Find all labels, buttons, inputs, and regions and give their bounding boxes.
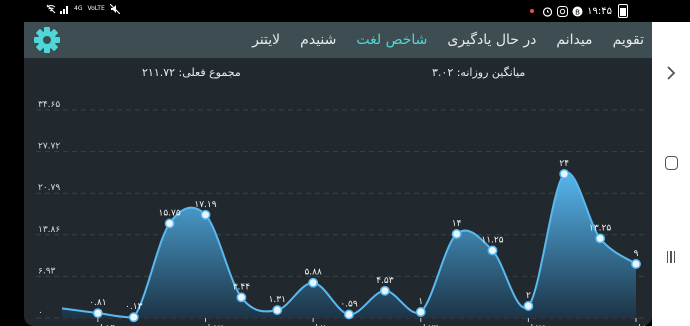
volte-label: VoLTE	[87, 5, 105, 12]
chevron-right-icon[interactable]	[660, 62, 682, 84]
data-label: ۵.۸۸	[304, 268, 322, 278]
data-point	[595, 233, 606, 244]
data-label: ۱.۳۱	[269, 295, 286, 305]
y-tick-label: ۰	[38, 308, 43, 318]
alarm-icon	[542, 6, 553, 17]
data-point	[200, 209, 211, 220]
data-point	[272, 305, 283, 316]
data-point	[487, 245, 498, 256]
data-point	[379, 285, 390, 296]
data-label: ۰.۵۹	[340, 299, 358, 309]
data-point	[92, 308, 103, 319]
instagram-icon	[557, 6, 569, 17]
system-nav-bar	[652, 22, 690, 326]
battery-icon	[618, 4, 628, 18]
b-app-icon: B	[572, 6, 583, 17]
tabs: تقویم میدانم در حال یادگیری شاخص لغت شنیدم لا…	[252, 22, 644, 58]
data-point	[523, 301, 534, 311]
data-point	[164, 218, 175, 229]
data-point	[559, 168, 570, 179]
data-label: ۱۱.۲۵	[481, 235, 503, 245]
chart-area-fill	[62, 172, 636, 318]
y-tick-label: ۲۷.۷۲	[38, 142, 60, 152]
network-type-label: 4G	[74, 5, 83, 12]
data-label: ۴.۵۳	[376, 276, 394, 286]
total-label: مجموع فعلی: ۲۱۱.۷۲	[142, 66, 241, 79]
tab-1[interactable]: میدانم	[556, 32, 592, 48]
y-tick-label: ۱۳.۸۶	[38, 225, 60, 235]
data-label: ۰.۸۱	[89, 298, 106, 308]
recent-apps-icon[interactable]	[660, 246, 682, 268]
home-button-icon[interactable]	[660, 152, 682, 174]
tab-5[interactable]: لایتنر	[252, 32, 280, 48]
word-index-chart: ۳۴.۶۵۲۷.۷۲۲۰.۷۹۱۳.۸۶۶.۹۳۰ ۱۴ اسفند۱۷ اسف…	[36, 100, 652, 326]
app-window: تقویم میدانم در حال یادگیری شاخص لغت شنیدم لا…	[24, 22, 652, 326]
data-point	[308, 277, 319, 288]
y-tick-label: ۲۰.۷۹	[38, 183, 60, 193]
data-label: ۰.۱۳	[125, 302, 143, 312]
data-label: ۳.۴۴	[233, 282, 251, 292]
data-label: ۱۳.۲۵	[589, 223, 611, 233]
status-bar: 4G VoLTE B ۱۹:۴۵	[0, 0, 690, 22]
status-time: ۱۹:۴۵	[587, 5, 612, 17]
tab-bar: تقویم میدانم در حال یادگیری شاخص لغت شنیدم لا…	[24, 22, 652, 58]
data-label: ۱	[418, 297, 423, 307]
data-point	[236, 292, 247, 303]
data-point	[128, 312, 139, 323]
wifi-off-icon	[46, 4, 56, 14]
tab-4[interactable]: شنیدم	[300, 32, 336, 48]
data-point	[631, 259, 641, 269]
tab-3[interactable]: شاخص لغت	[356, 32, 427, 48]
gear-icon[interactable]	[32, 25, 62, 55]
notification-icon	[527, 6, 536, 16]
tab-0[interactable]: تقویم	[613, 32, 644, 48]
data-point	[451, 229, 462, 239]
y-tick-label: ۶.۹۳	[38, 266, 56, 276]
data-label: ۲	[526, 291, 531, 301]
data-label: ۲۴	[559, 159, 569, 169]
data-label: ۱۴	[452, 219, 462, 229]
mute-icon	[109, 3, 121, 15]
daily-average-label: میانگین روزانه: ۳.۰۲	[432, 66, 526, 79]
svg-text:B: B	[575, 8, 580, 16]
data-label: ۹	[634, 249, 639, 259]
data-label: ۱۷.۱۹	[194, 200, 216, 210]
cellular-signal-icon	[60, 4, 69, 14]
tab-2[interactable]: در حال یادگیری	[447, 32, 536, 48]
data-point	[415, 307, 426, 317]
data-label: ۱۵.۷۵	[159, 208, 181, 218]
data-point	[344, 309, 354, 320]
y-tick-label: ۳۴.۶۵	[38, 100, 60, 110]
